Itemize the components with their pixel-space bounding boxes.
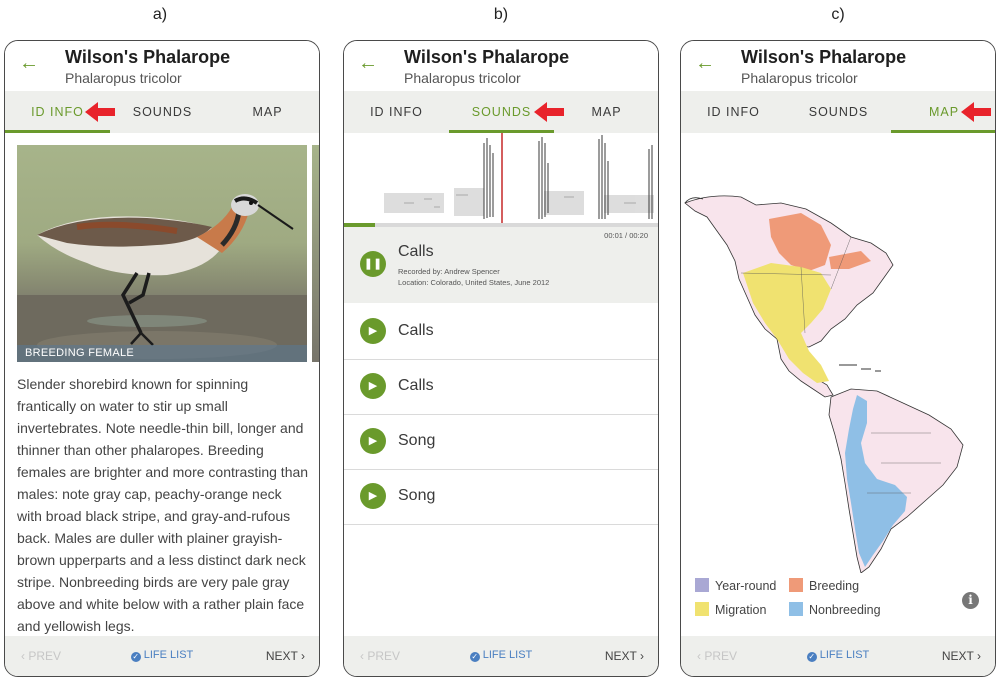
chevron-right-icon: › bbox=[301, 649, 305, 663]
play-icon[interactable]: ▶ bbox=[360, 483, 386, 509]
scientific-name: Phalaropus tricolor bbox=[404, 70, 521, 86]
species-name: Wilson's Phalarope bbox=[65, 47, 231, 67]
app-header: ← Wilson's Phalarope Phalaropus tricolor bbox=[5, 41, 319, 91]
total-time: 00:20 bbox=[629, 231, 648, 240]
next-label: NEXT bbox=[604, 649, 637, 663]
tab-map[interactable]: MAP bbox=[554, 91, 658, 133]
pause-icon[interactable]: ❚❚ bbox=[360, 251, 386, 277]
phone-screen-map: ← Wilson's Phalarope Phalaropus tricolor… bbox=[680, 40, 996, 677]
next-button[interactable]: NEXT › bbox=[266, 649, 305, 663]
life-list-label: LIFE LIST bbox=[143, 649, 194, 661]
sound-title: Song bbox=[398, 487, 436, 504]
spectrogram-image bbox=[384, 133, 654, 223]
legend-label: Nonbreeding bbox=[809, 603, 881, 617]
legend-breeding: Breeding bbox=[789, 578, 859, 593]
bird-photo[interactable]: BREEDING FEMALE bbox=[17, 145, 307, 362]
legend-swatch-nonbreeding bbox=[789, 602, 803, 616]
phone-screen-sounds: ← Wilson's Phalarope Phalaropus tricolor… bbox=[343, 40, 659, 677]
panel-caption-b: b) bbox=[493, 6, 509, 23]
legend-label: Year-round bbox=[715, 579, 777, 593]
sound-title: Calls bbox=[398, 322, 434, 339]
legend-label: Breeding bbox=[809, 579, 860, 593]
bird-photo-image bbox=[17, 194, 307, 362]
back-arrow-icon[interactable]: ← bbox=[358, 53, 378, 73]
photo-caption: BREEDING FEMALE bbox=[17, 345, 307, 362]
chevron-right-icon: › bbox=[977, 649, 981, 663]
range-map[interactable] bbox=[681, 133, 995, 573]
species-name: Wilson's Phalarope bbox=[741, 47, 907, 67]
now-playing-title: Calls bbox=[398, 243, 434, 260]
legend-swatch-year-round bbox=[695, 578, 709, 592]
tab-bar: ID INFO SOUNDS MAP bbox=[681, 91, 995, 133]
panel-caption-c: c) bbox=[831, 6, 845, 23]
play-icon[interactable]: ▶ bbox=[360, 428, 386, 454]
legend-year-round: Year-round bbox=[695, 578, 776, 593]
bottom-nav: ‹ PREV ✓ LIFE LIST NEXT › bbox=[5, 636, 319, 676]
elapsed-time: 00:01 bbox=[604, 231, 623, 240]
app-header: ← Wilson's Phalarope Phalaropus tricolor bbox=[344, 41, 658, 91]
next-label: NEXT bbox=[941, 649, 974, 663]
info-icon[interactable]: i bbox=[962, 592, 979, 609]
spectrogram[interactable] bbox=[344, 133, 658, 227]
legend-swatch-breeding bbox=[789, 578, 803, 592]
species-name: Wilson's Phalarope bbox=[404, 47, 570, 67]
panel-caption-a: a) bbox=[152, 6, 168, 23]
tab-sounds[interactable]: SOUNDS bbox=[786, 91, 891, 133]
legend-nonbreeding: Nonbreeding bbox=[789, 602, 881, 617]
sound-row[interactable]: ▶ Calls bbox=[344, 304, 658, 360]
tab-bar: ID INFO SOUNDS MAP bbox=[344, 91, 658, 133]
species-description: Slender shorebird known for spinning fra… bbox=[17, 376, 309, 634]
sound-title: Calls bbox=[398, 377, 434, 394]
next-button[interactable]: NEXT › bbox=[605, 649, 644, 663]
play-icon[interactable]: ▶ bbox=[360, 373, 386, 399]
life-list-label: LIFE LIST bbox=[482, 649, 533, 661]
scientific-name: Phalaropus tricolor bbox=[741, 70, 858, 86]
bottom-nav: ‹ PREV ✓ LIFE LIST NEXT › bbox=[681, 636, 995, 676]
legend-swatch-migration bbox=[695, 602, 709, 616]
recorded-by: Recorded by: Andrew Spencer bbox=[398, 267, 500, 276]
scientific-name: Phalaropus tricolor bbox=[65, 70, 182, 86]
sound-row[interactable]: ▶ Song bbox=[344, 414, 658, 470]
red-pointer-arrow-icon bbox=[961, 102, 991, 122]
playback-time: 00:01 / 00:20 bbox=[604, 231, 648, 240]
range-map-image bbox=[684, 195, 964, 573]
back-arrow-icon[interactable]: ← bbox=[695, 53, 715, 73]
sound-row[interactable]: ▶ Song bbox=[344, 469, 658, 525]
recording-location: Location: Colorado, United States, June … bbox=[398, 278, 550, 287]
back-arrow-icon[interactable]: ← bbox=[19, 53, 39, 73]
check-circle-icon: ✓ bbox=[469, 652, 480, 662]
phone-screen-id-info: ← Wilson's Phalarope Phalaropus tricolor… bbox=[4, 40, 320, 677]
tab-id-info[interactable]: ID INFO bbox=[344, 91, 449, 133]
red-pointer-arrow-icon bbox=[85, 102, 115, 122]
red-pointer-arrow-icon bbox=[534, 102, 564, 122]
play-icon[interactable]: ▶ bbox=[360, 318, 386, 344]
tab-id-info[interactable]: ID INFO bbox=[681, 91, 786, 133]
tab-bar: ID INFO SOUNDS MAP bbox=[5, 91, 319, 133]
life-list-label: LIFE LIST bbox=[819, 649, 870, 661]
check-circle-icon: ✓ bbox=[130, 652, 141, 662]
legend-migration: Migration bbox=[695, 602, 766, 617]
sound-row[interactable]: ▶ Calls bbox=[344, 359, 658, 415]
legend-label: Migration bbox=[715, 603, 767, 617]
next-label: NEXT bbox=[265, 649, 298, 663]
next-photo-peek[interactable] bbox=[312, 145, 319, 362]
next-button[interactable]: NEXT › bbox=[942, 649, 981, 663]
bottom-nav: ‹ PREV ✓ LIFE LIST NEXT › bbox=[344, 636, 658, 676]
check-circle-icon: ✓ bbox=[806, 652, 817, 662]
tab-sounds[interactable]: SOUNDS bbox=[110, 91, 215, 133]
tab-map[interactable]: MAP bbox=[215, 91, 319, 133]
app-header: ← Wilson's Phalarope Phalaropus tricolor bbox=[681, 41, 995, 91]
chevron-right-icon: › bbox=[640, 649, 644, 663]
sound-title: Song bbox=[398, 432, 436, 449]
